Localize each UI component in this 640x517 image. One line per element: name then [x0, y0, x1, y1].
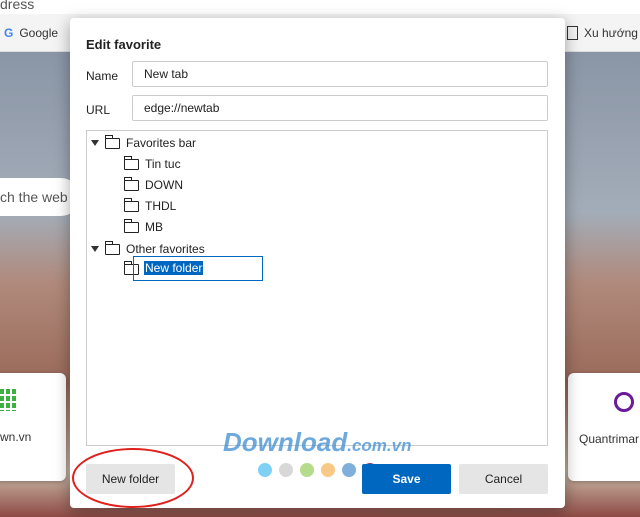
- tree-label: Other favorites: [126, 242, 205, 256]
- bookmark-google[interactable]: G Google: [4, 26, 58, 40]
- folder-open-icon: [105, 134, 120, 149]
- folder-icon: [124, 176, 139, 191]
- watermark-suffix: .com.vn: [347, 436, 412, 455]
- dot: [342, 463, 356, 477]
- dialog-title: Edit favorite: [86, 37, 162, 52]
- watermark-text: Download: [223, 427, 348, 457]
- bookmark-label: Xu hướng: [584, 26, 638, 40]
- dot: [321, 463, 335, 477]
- edit-favorite-dialog: Edit favorite Name New tab URL edge://ne…: [70, 18, 565, 508]
- bookmark-xu-huong[interactable]: Xu hướng: [567, 26, 638, 40]
- name-label: Name: [86, 69, 119, 83]
- bookmark-label: Google: [19, 26, 59, 40]
- folder-name-input[interactable]: New folder: [133, 256, 263, 281]
- cancel-button[interactable]: Cancel: [459, 464, 548, 494]
- tree-item-favorites-bar[interactable]: Favorites bar: [91, 134, 196, 152]
- name-input[interactable]: New tab: [132, 61, 548, 87]
- dot: [258, 463, 272, 477]
- url-label: URL: [86, 103, 111, 117]
- tile-download[interactable]: wn.vn: [0, 373, 66, 481]
- quantrimang-icon: [614, 392, 634, 412]
- url-input[interactable]: edge://newtab: [132, 95, 548, 121]
- tree-label: DOWN: [145, 178, 183, 192]
- watermark-dots: [258, 463, 377, 477]
- tree-label: THDL: [145, 199, 177, 213]
- tree-item[interactable]: MB: [124, 218, 163, 236]
- dot: [279, 463, 293, 477]
- tile-label: Quantrimar: [579, 432, 640, 446]
- tree-item[interactable]: Tin tuc: [124, 155, 181, 173]
- new-folder-button[interactable]: New folder: [86, 464, 175, 494]
- search-placeholder: ch the web: [0, 189, 68, 205]
- folder-tree[interactable]: Favorites bar Tin tuc DOWN THDL MB Other…: [86, 130, 548, 446]
- grid-icon: [0, 389, 16, 411]
- expand-arrow-icon[interactable]: [91, 246, 99, 252]
- folder-icon: [124, 197, 139, 212]
- watermark: Download.com.vn: [223, 427, 411, 458]
- address-text: dress: [0, 0, 35, 12]
- tree-label: Tin tuc: [145, 157, 181, 171]
- save-button[interactable]: Save: [362, 464, 451, 494]
- search-box[interactable]: ch the web: [0, 178, 80, 216]
- tree-item[interactable]: DOWN: [124, 176, 183, 194]
- selected-text: New folder: [144, 261, 204, 275]
- tree-label: MB: [145, 220, 163, 234]
- expand-arrow-icon[interactable]: [91, 140, 99, 146]
- folder-icon: [124, 155, 139, 170]
- tree-label: Favorites bar: [126, 136, 197, 150]
- tree-item[interactable]: THDL: [124, 197, 176, 215]
- google-icon: G: [4, 26, 14, 40]
- tile-label: wn.vn: [0, 430, 32, 444]
- page-icon: [567, 26, 578, 40]
- folder-icon: [124, 218, 139, 233]
- folder-open-icon: [105, 240, 120, 255]
- tile-quantrimang[interactable]: Quantrimar: [568, 373, 640, 481]
- dot: [300, 463, 314, 477]
- address-bar[interactable]: dress: [0, 0, 640, 14]
